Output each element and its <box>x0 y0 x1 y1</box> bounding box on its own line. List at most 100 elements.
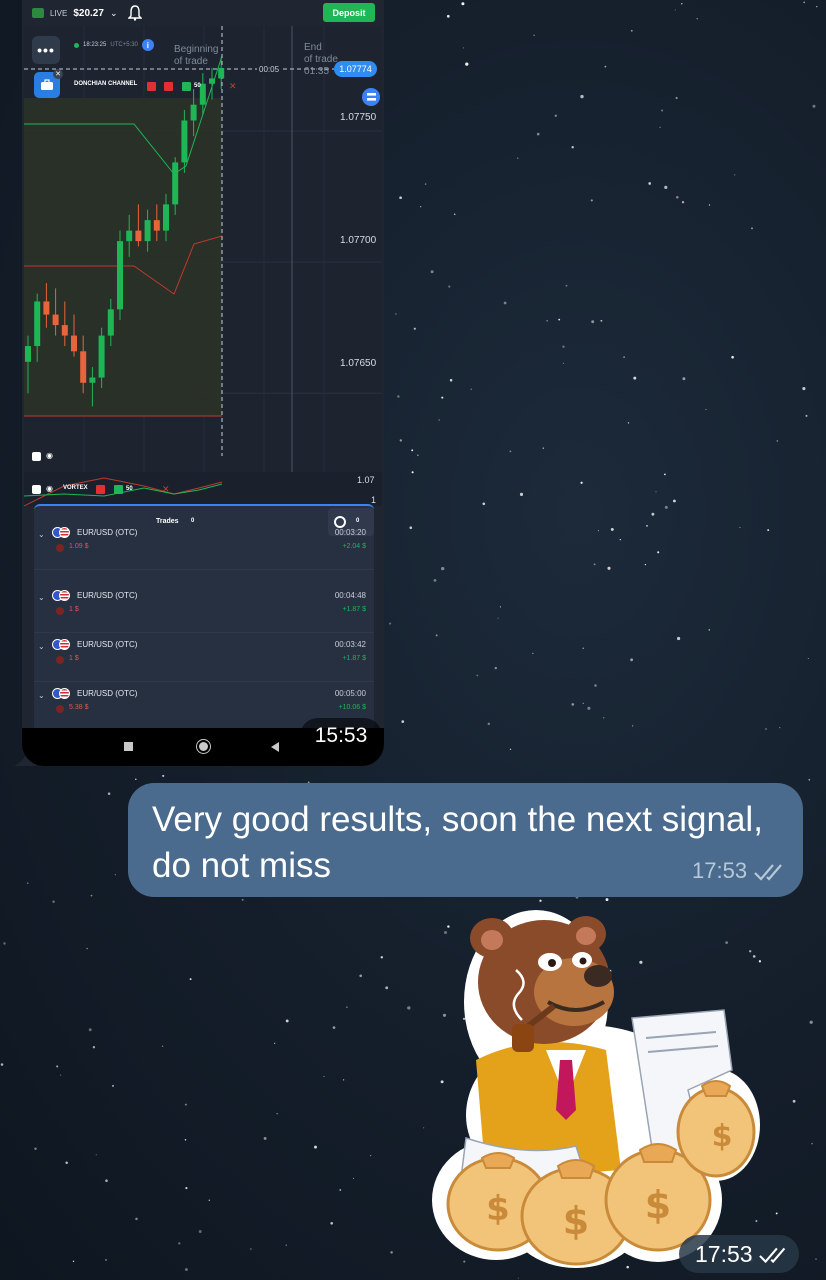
sub-chart-level: 1.07 <box>357 475 375 485</box>
end-of-trade-label: End of trade 01:35 <box>304 42 338 78</box>
message-timestamp: 17:53 <box>692 858 748 883</box>
currency-flags-icon <box>52 590 72 601</box>
indicator-color-swatch[interactable] <box>114 485 123 494</box>
app-top-bar: LIVE $20.27 ⌄ Deposit <box>22 0 384 26</box>
candle-body <box>61 325 68 336</box>
candle-body <box>98 335 105 378</box>
candle-body <box>80 351 87 383</box>
candle-body <box>52 314 59 326</box>
beginning-label-line1: Beginning <box>174 44 219 55</box>
indicator-color-swatch[interactable] <box>182 82 191 91</box>
trade-duration: 00:04:48 <box>334 591 366 600</box>
sticker-timestamp-pill: 17:53 <box>679 1235 799 1273</box>
bear-money-sticker[interactable]: $ $ $ $ <box>426 910 762 1270</box>
indicator-color-swatch[interactable] <box>164 82 173 91</box>
candle-body <box>43 301 50 315</box>
svg-text:$: $ <box>712 1119 733 1154</box>
row-divider <box>34 569 374 570</box>
currency-flags-icon <box>52 527 72 538</box>
trade-pair: EUR/USD (OTC) <box>77 689 138 698</box>
chevron-down-icon[interactable]: ⌄ <box>38 642 45 651</box>
server-time: 18:23:25 <box>83 42 107 48</box>
trade-stake: 5.38 $ <box>69 704 89 711</box>
chevron-down-icon[interactable]: ⌄ <box>38 593 45 602</box>
trade-countdown: 00:05 <box>257 64 282 75</box>
stake-icon <box>56 544 64 552</box>
trade-payout: +10.06 $ <box>338 704 366 711</box>
chart-settings-button[interactable] <box>362 88 380 106</box>
candle-body <box>153 220 160 231</box>
account-mode: LIVE <box>50 8 68 18</box>
remove-indicator-icon[interactable]: ✕ <box>162 484 170 495</box>
remove-indicator-icon[interactable]: ✕ <box>229 81 237 92</box>
trade-pair: EUR/USD (OTC) <box>77 528 138 537</box>
trade-payout: +1.87 $ <box>342 606 366 613</box>
beginning-of-trade-label: Beginning of trade <box>174 44 218 68</box>
candle-body <box>163 204 169 231</box>
row-divider <box>34 681 374 682</box>
candle-body <box>172 162 179 205</box>
indicator-color-swatch[interactable] <box>147 82 156 91</box>
screenshot-message[interactable]: LIVE $20.27 ⌄ Deposit ••• 18:23:25 UTC+5… <box>22 0 384 766</box>
candle-body <box>89 377 96 383</box>
trade-row[interactable]: ⌄ EUR/USD (OTC) 1 $ 00:04:48 +1.87 $ <box>34 585 374 633</box>
currency-flags-icon <box>52 639 72 650</box>
close-indicator-icon[interactable]: ✕ <box>53 69 63 79</box>
eye-icon[interactable]: ◉ <box>46 484 53 493</box>
candle-body <box>34 301 41 347</box>
home-icon[interactable] <box>197 740 210 753</box>
panel-checkbox[interactable] <box>32 452 41 461</box>
candle-body <box>107 309 114 336</box>
chart-canvas <box>24 26 382 506</box>
trade-row[interactable]: ⌄ EUR/USD (OTC) 1 $ 00:03:42 +1.87 $ <box>34 634 374 682</box>
trade-pair: EUR/USD (OTC) <box>77 591 138 600</box>
account-switcher[interactable]: LIVE $20.27 ⌄ <box>32 4 117 22</box>
list-icon <box>366 93 376 101</box>
deposit-button[interactable]: Deposit <box>323 3 375 22</box>
row-divider <box>34 632 374 633</box>
price-chart[interactable] <box>24 26 382 506</box>
trade-row[interactable]: ⌄ EUR/USD (OTC) 1.09 $ 00:03:20 +2.04 $ <box>34 522 374 570</box>
trade-pair: EUR/USD (OTC) <box>77 640 138 649</box>
stake-icon <box>56 705 64 713</box>
svg-text:$: $ <box>563 1199 589 1243</box>
double-check-icon <box>754 864 782 881</box>
outgoing-message[interactable]: Very good results, soon the next signal,… <box>128 783 803 897</box>
eye-icon[interactable]: ◉ <box>46 451 53 460</box>
candle-body <box>181 120 188 163</box>
bell-icon[interactable] <box>128 5 142 21</box>
back-icon[interactable] <box>271 742 279 752</box>
trade-stake: 1.09 $ <box>69 543 89 550</box>
candle-body <box>117 241 123 310</box>
trade-payout: +1.87 $ <box>342 655 366 662</box>
svg-text:$: $ <box>486 1189 510 1229</box>
info-icon[interactable]: i <box>141 39 154 51</box>
end-time: 01:35 <box>304 66 330 77</box>
trades-panel: Trades 0 0 ⌄ EUR/USD (OTC) 1.09 $00:03:20 +… <box>34 504 374 731</box>
sub-chart-level: 1 <box>371 495 377 505</box>
recents-icon[interactable] <box>124 742 133 751</box>
trade-stake: 1 $ <box>69 606 79 613</box>
stake-icon <box>56 607 64 615</box>
candle-body <box>71 335 77 352</box>
candle-body <box>190 104 197 121</box>
candle-body <box>25 346 31 362</box>
trade-duration: 00:03:42 <box>334 640 366 649</box>
indicator-color-swatch[interactable] <box>96 485 105 494</box>
end-label-line1: End <box>304 42 322 53</box>
beginning-label-line2: of trade <box>174 56 208 67</box>
svg-text:$: $ <box>645 1183 671 1227</box>
pipe-icon <box>512 1024 534 1052</box>
current-price-tag: 1.07774 <box>334 61 377 77</box>
indicator-period: 50 <box>194 83 201 89</box>
end-label-line2: of trade <box>304 54 338 65</box>
chevron-down-icon[interactable]: ⌄ <box>38 530 45 539</box>
vortex-indicator-label: VORTEX <box>63 485 88 491</box>
more-menu-button[interactable]: ••• <box>32 36 60 64</box>
price-level-label: 1.07650 <box>340 358 377 369</box>
trade-duration: 00:03:20 <box>334 528 366 537</box>
candle-body <box>135 230 142 242</box>
chevron-down-icon[interactable]: ⌄ <box>38 691 45 700</box>
briefcase-icon <box>41 79 53 90</box>
vortex-checkbox[interactable] <box>32 485 41 494</box>
